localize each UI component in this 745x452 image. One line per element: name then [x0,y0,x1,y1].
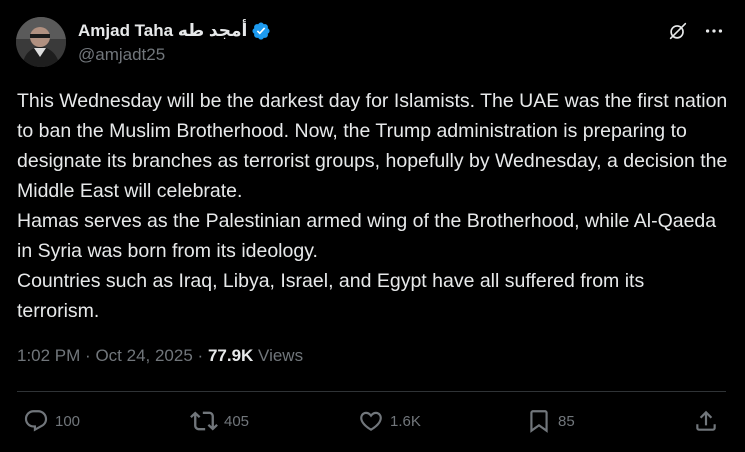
divider [17,391,726,392]
tweet-card: Amjad Taha أمجد طه @amjadt25 This Wednes… [0,0,745,452]
reply-button[interactable]: 100 [23,406,80,436]
name-row: Amjad Taha أمجد طه [78,19,271,43]
top-actions [667,20,725,42]
author-info: Amjad Taha أمجد طه @amjadt25 [78,19,271,65]
bookmark-count: 85 [558,412,575,430]
tweet-text: This Wednesday will be the darkest day f… [17,90,728,322]
repost-button[interactable]: 405 [190,406,249,436]
more-dots-icon[interactable] [703,20,725,42]
like-count: 1.6K [390,412,421,430]
meta-separator: · [197,346,204,365]
bookmark-icon [530,410,548,433]
reply-count: 100 [55,412,81,430]
meta-separator: · [85,346,91,365]
share-button[interactable] [693,406,719,436]
views-count[interactable]: 77.9K [208,346,253,365]
repost-icon [190,411,218,431]
share-icon [696,410,716,431]
verified-badge-icon [251,21,271,41]
like-icon [360,411,382,431]
action-bar: 100 405 1.6K 85 [0,406,745,436]
reply-icon [24,410,48,432]
like-button[interactable]: 1.6K [358,406,421,436]
avatar[interactable] [16,17,66,67]
display-name[interactable]: Amjad Taha أمجد طه [78,21,247,41]
bookmark-button[interactable]: 85 [526,406,575,436]
views-label: Views [258,346,304,365]
tweet-meta: 1:02 PM · Oct 24, 2025 · 77.9K Views [17,346,303,366]
grok-slash-icon[interactable] [667,20,689,42]
tweet-date[interactable]: Oct 24, 2025 [95,346,192,365]
avatar-image [16,17,66,67]
tweet-time[interactable]: 1:02 PM [17,346,80,365]
handle[interactable]: @amjadt25 [78,45,271,65]
repost-count: 405 [224,412,250,430]
